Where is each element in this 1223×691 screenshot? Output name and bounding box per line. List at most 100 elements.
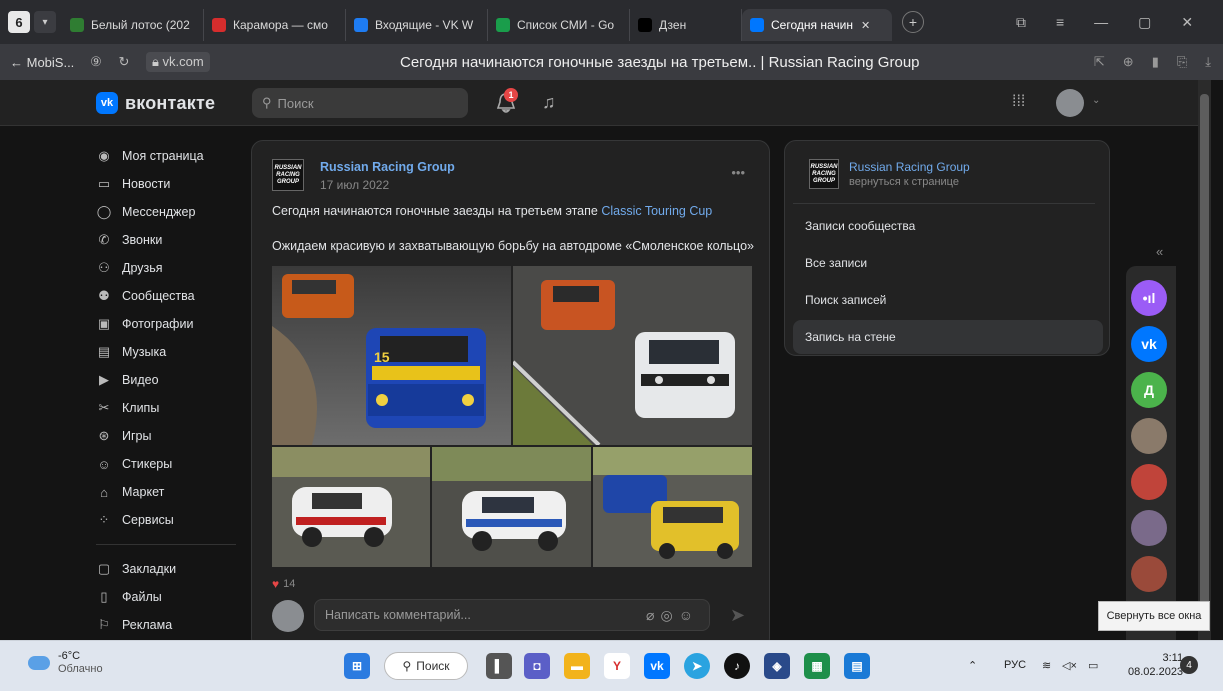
sidebar-item-messenger[interactable]: ◯ Мессенджер xyxy=(96,198,246,226)
taskbar-search[interactable]: ⚲ Поиск xyxy=(384,652,468,680)
sidebar-item-friends[interactable]: ⚇ Друзья xyxy=(96,254,246,282)
back-to-page-link[interactable]: вернуться к странице xyxy=(849,176,959,188)
page-scrollbar[interactable] xyxy=(1198,80,1211,640)
browser-tab-3[interactable]: Входящие - VK W xyxy=(346,9,488,41)
minimize-icon[interactable]: — xyxy=(1094,14,1108,30)
language-indicator[interactable]: РУС xyxy=(1004,659,1026,671)
sidebar-item-user[interactable]: ◉ Моя страница xyxy=(96,142,246,170)
protect-icon[interactable]: ⑨ xyxy=(82,54,110,70)
sidebar-item-phone[interactable]: ✆ Звонки xyxy=(96,226,246,254)
panel-link-4[interactable]: Запись на стене xyxy=(793,320,1103,354)
chat-podcast[interactable]: •ıl xyxy=(1131,280,1167,316)
chat-avatar-3[interactable] xyxy=(1131,510,1167,546)
profile-avatar[interactable] xyxy=(1056,89,1084,117)
sidebar-item-files[interactable]: ▯ Файлы xyxy=(96,583,246,611)
vk-app-icon[interactable]: vk xyxy=(644,653,670,679)
maximize-icon[interactable]: ▢ xyxy=(1138,14,1151,31)
browser-tab-6[interactable]: Сегодня начин ✕ xyxy=(742,9,892,41)
browser-tab-4[interactable]: Список СМИ - Go xyxy=(488,9,630,41)
url-field[interactable]: 🔒︎ vk.com xyxy=(146,52,210,72)
browser-tab-2[interactable]: Карамора — смо xyxy=(204,9,346,41)
emoji-icon[interactable]: ☺ xyxy=(679,607,699,623)
chat-avatar-1[interactable] xyxy=(1131,418,1167,454)
sidebar-item-bookmarks[interactable]: ▢ Закладки xyxy=(96,555,246,583)
browser-tab-5[interactable]: Дзен xyxy=(630,9,742,41)
group-logo[interactable]: RUSSIAN RACING GROUP xyxy=(272,159,304,191)
tab-count-button[interactable]: 6 xyxy=(8,11,30,33)
group-name-small[interactable]: Russian Racing Group xyxy=(849,160,970,174)
panel-link-2[interactable]: Все записи xyxy=(793,246,1103,280)
tiktok-icon[interactable]: ♪ xyxy=(724,653,750,679)
chat-d[interactable]: Д xyxy=(1131,372,1167,408)
reload-icon[interactable]: ↻ xyxy=(110,54,138,70)
wifi-icon[interactable]: ≋ xyxy=(1042,659,1051,672)
send-icon[interactable]: ➤ xyxy=(730,605,745,626)
collapse-chats-icon[interactable]: « xyxy=(1156,244,1163,259)
camera-icon[interactable]: ◎ xyxy=(660,607,678,623)
sidebar-item-video[interactable]: ▶ Видео xyxy=(96,366,246,394)
sheets-app-icon[interactable]: ▦ xyxy=(804,653,830,679)
chat-avatar-4[interactable] xyxy=(1131,556,1167,592)
security-app-icon[interactable]: ◈ xyxy=(764,653,790,679)
post-photo-2[interactable] xyxy=(513,266,752,445)
post-photo-1[interactable]: 15 xyxy=(272,266,511,445)
likes-counter[interactable]: ♥ 14 xyxy=(272,577,295,591)
start-icon[interactable]: ⊞ xyxy=(344,653,370,679)
close-icon[interactable]: ✕ xyxy=(1181,14,1193,31)
chat-avatar-2[interactable] xyxy=(1131,464,1167,500)
group-name-link[interactable]: Russian Racing Group xyxy=(320,160,455,174)
tray-chevron-icon[interactable]: ⌃ xyxy=(968,659,977,672)
history-icon[interactable]: ⎘ xyxy=(1177,54,1187,70)
download-icon[interactable]: ⤓ xyxy=(1205,54,1211,70)
sidebar-item-market[interactable]: ⌂ Маркет xyxy=(96,478,246,506)
post-date[interactable]: 17 июл 2022 xyxy=(320,178,389,192)
chat-app-icon[interactable]: ◘ xyxy=(524,653,550,679)
yandex-browser-icon[interactable]: Y xyxy=(604,653,630,679)
notifications-center-icon[interactable]: 4 xyxy=(1180,656,1198,674)
weather-widget[interactable]: -6°C Облачно xyxy=(28,650,103,676)
vk-logo[interactable]: vk вконтакте xyxy=(96,92,215,114)
clock[interactable]: 3:11 08.02.2023 xyxy=(1128,651,1183,679)
sidebar-item-news[interactable]: ▭ Новости xyxy=(96,170,246,198)
share-icon[interactable]: ⇱ xyxy=(1094,54,1105,70)
new-tab-button[interactable]: + xyxy=(902,11,924,33)
comment-input[interactable]: Написать комментарий... ⌀◎☺ xyxy=(314,599,710,631)
attach-icon[interactable]: ⌀ xyxy=(646,607,660,623)
chevron-down-icon[interactable]: ⌄ xyxy=(1092,95,1100,106)
classic-touring-cup-link[interactable]: Classic Touring Cup xyxy=(601,204,712,218)
telegram-icon[interactable]: ➤ xyxy=(684,653,710,679)
post-photo-4[interactable] xyxy=(432,447,591,567)
post-photo-5[interactable] xyxy=(593,447,752,567)
scrollbar-thumb[interactable] xyxy=(1200,94,1209,614)
file-explorer-icon[interactable]: ▬ xyxy=(564,653,590,679)
extensions-icon[interactable]: ⊕ xyxy=(1123,54,1134,70)
notifications-button[interactable]: 1 xyxy=(496,88,518,114)
group-logo-small[interactable]: RUSSIAN RACING GROUP xyxy=(809,159,839,189)
battery-icon[interactable]: ▭ xyxy=(1088,659,1098,672)
search-input[interactable]: ⚲ Поиск xyxy=(252,88,468,118)
menu-icon[interactable]: ≡ xyxy=(1056,14,1064,30)
close-tab-icon[interactable]: ✕ xyxy=(861,19,870,32)
sidebar-item-games[interactable]: ⊛ Игры xyxy=(96,422,246,450)
back-button[interactable]: ← MobiS... xyxy=(10,55,82,70)
sidebar-item-communities[interactable]: ⚉ Сообщества xyxy=(96,282,246,310)
browser-tab-1[interactable]: Белый лотос (202 xyxy=(62,9,204,41)
music-player-icon[interactable]: ♫ xyxy=(542,92,556,113)
task-view-icon[interactable]: ▌ xyxy=(486,653,512,679)
sidebar-item-photo[interactable]: ▣ Фотографии xyxy=(96,310,246,338)
sidebar-item-services[interactable]: ⁘ Сервисы xyxy=(96,506,246,534)
post-photo-3[interactable] xyxy=(272,447,430,567)
collections-icon[interactable]: ⧉ xyxy=(1016,14,1026,31)
docs-app-icon[interactable]: ▤ xyxy=(844,653,870,679)
sidebar-item-stickers[interactable]: ☺ Стикеры xyxy=(96,450,246,478)
bookmark-icon[interactable]: ▮ xyxy=(1152,54,1159,70)
volume-icon[interactable]: ◁× xyxy=(1062,659,1077,672)
more-options-icon[interactable]: ••• xyxy=(731,165,745,180)
apps-grid-icon[interactable]: ⁞⁞⁞ xyxy=(1012,93,1025,111)
panel-link-3[interactable]: Поиск записей xyxy=(793,283,1103,317)
sidebar-item-clips[interactable]: ✂ Клипы xyxy=(96,394,246,422)
chat-vk[interactable]: vk xyxy=(1131,326,1167,362)
sidebar-item-ads[interactable]: ⚐ Реклама xyxy=(96,611,246,639)
sidebar-item-music[interactable]: ▤ Музыка xyxy=(96,338,246,366)
tab-list-chevron-icon[interactable]: ▾ xyxy=(34,11,56,33)
